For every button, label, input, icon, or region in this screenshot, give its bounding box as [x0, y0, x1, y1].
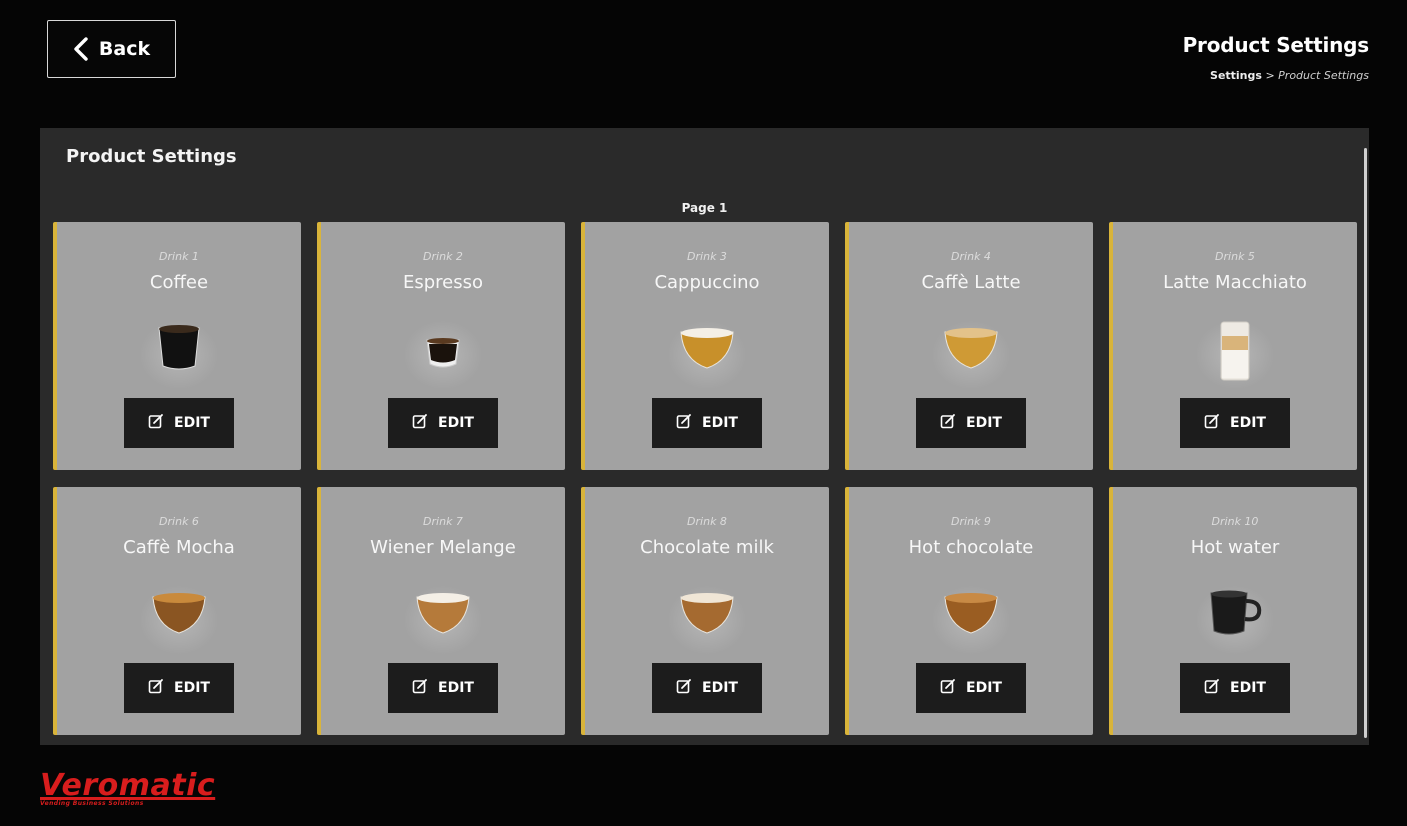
edit-button-label: EDIT [966, 680, 1002, 696]
drink-name: Cappuccino [654, 272, 760, 293]
drink-name: Hot water [1190, 537, 1280, 558]
edit-button-label: EDIT [702, 680, 738, 696]
edit-button[interactable]: EDIT [1180, 663, 1290, 713]
breadcrumb-separator: > [1265, 69, 1275, 82]
edit-button-label: EDIT [966, 415, 1002, 431]
edit-icon [412, 678, 428, 698]
edit-icon [676, 413, 692, 433]
black-coffee-cup-icon [139, 320, 219, 390]
back-button[interactable]: Back [47, 20, 176, 78]
edit-button[interactable]: EDIT [652, 663, 762, 713]
drink-number: Drink 2 [423, 250, 463, 263]
drink-card: Drink 4 Caffè Latte EDIT [845, 222, 1093, 470]
edit-icon [940, 413, 956, 433]
edit-button[interactable]: EDIT [124, 663, 234, 713]
edit-icon [1204, 413, 1220, 433]
edit-button-label: EDIT [1230, 680, 1266, 696]
drink-name: Espresso [402, 272, 484, 293]
veromatic-logo: Veromatic Vending Business Solutions [40, 770, 250, 816]
panel-title: Product Settings [66, 146, 237, 167]
logo-text: Veromatic [40, 768, 216, 803]
latte-macchiato-glass-icon [1195, 320, 1275, 390]
wiener-melange-cup-icon [403, 585, 483, 655]
drink-number: Drink 1 [159, 250, 199, 263]
edit-button-label: EDIT [438, 415, 474, 431]
drink-card: Drink 7 Wiener Melange EDIT [317, 487, 565, 735]
edit-icon [148, 413, 164, 433]
chocolate-milk-cup-icon [667, 585, 747, 655]
edit-icon [148, 678, 164, 698]
edit-icon [676, 678, 692, 698]
drink-card: Drink 8 Chocolate milk EDIT [581, 487, 829, 735]
page-label: Page 1 [681, 201, 728, 215]
edit-button-label: EDIT [174, 680, 210, 696]
edit-button[interactable]: EDIT [916, 398, 1026, 448]
drink-number: Drink 5 [1215, 250, 1255, 263]
edit-icon [1204, 678, 1220, 698]
product-settings-panel: Product Settings Page 1 Drink 1 Coffee EDI… [40, 128, 1369, 745]
edit-icon [940, 678, 956, 698]
drink-number: Drink 6 [159, 515, 199, 528]
edit-button-label: EDIT [1230, 415, 1266, 431]
drink-name: Hot chocolate [908, 537, 1034, 558]
scrollbar[interactable] [1364, 148, 1367, 738]
edit-button[interactable]: EDIT [388, 398, 498, 448]
edit-icon [412, 413, 428, 433]
drink-number: Drink 3 [687, 250, 727, 263]
drink-name: Coffee [149, 272, 209, 293]
drink-name: Caffè Latte [921, 272, 1021, 293]
hot-chocolate-cup-icon [931, 585, 1011, 655]
drink-card: Drink 10 Hot water EDIT [1109, 487, 1357, 735]
page-header: Product Settings Settings > Product Sett… [1182, 33, 1370, 82]
drink-number: Drink 7 [423, 515, 463, 528]
drink-card: Drink 1 Coffee EDIT [53, 222, 301, 470]
breadcrumb-settings[interactable]: Settings [1210, 69, 1262, 82]
edit-button[interactable]: EDIT [1180, 398, 1290, 448]
chevron-left-icon [73, 37, 89, 61]
breadcrumb-product-settings: Product Settings [1278, 69, 1369, 82]
edit-button[interactable]: EDIT [124, 398, 234, 448]
drink-number: Drink 10 [1211, 515, 1259, 528]
espresso-cup-icon [403, 320, 483, 390]
page-title: Product Settings [1182, 33, 1370, 57]
hot-water-mug-icon [1195, 585, 1275, 655]
edit-button[interactable]: EDIT [652, 398, 762, 448]
drink-number: Drink 4 [951, 250, 991, 263]
drink-name: Caffè Mocha [123, 537, 235, 558]
drink-number: Drink 9 [951, 515, 991, 528]
caffe-latte-cup-icon [931, 320, 1011, 390]
drink-number: Drink 8 [687, 515, 727, 528]
edit-button-label: EDIT [438, 680, 474, 696]
edit-button[interactable]: EDIT [916, 663, 1026, 713]
breadcrumb: Settings > Product Settings [1183, 69, 1369, 82]
drink-card: Drink 2 Espresso EDIT [317, 222, 565, 470]
cappuccino-cup-icon [667, 320, 747, 390]
drink-name: Chocolate milk [640, 537, 774, 558]
drink-name: Latte Macchiato [1163, 272, 1307, 293]
back-button-label: Back [98, 38, 151, 60]
drink-card: Drink 9 Hot chocolate EDIT [845, 487, 1093, 735]
drink-card: Drink 6 Caffè Mocha EDIT [53, 487, 301, 735]
drink-card: Drink 5 Latte Macchiato EDIT [1109, 222, 1357, 470]
edit-button-label: EDIT [174, 415, 210, 431]
drink-card: Drink 3 Cappuccino EDIT [581, 222, 829, 470]
caffe-mocha-cup-icon [139, 585, 219, 655]
edit-button[interactable]: EDIT [388, 663, 498, 713]
drink-name: Wiener Melange [370, 537, 516, 558]
edit-button-label: EDIT [702, 415, 738, 431]
drink-grid: Drink 1 Coffee EDIT Drink 2 Espresso EDIT Drin… [53, 222, 1357, 735]
